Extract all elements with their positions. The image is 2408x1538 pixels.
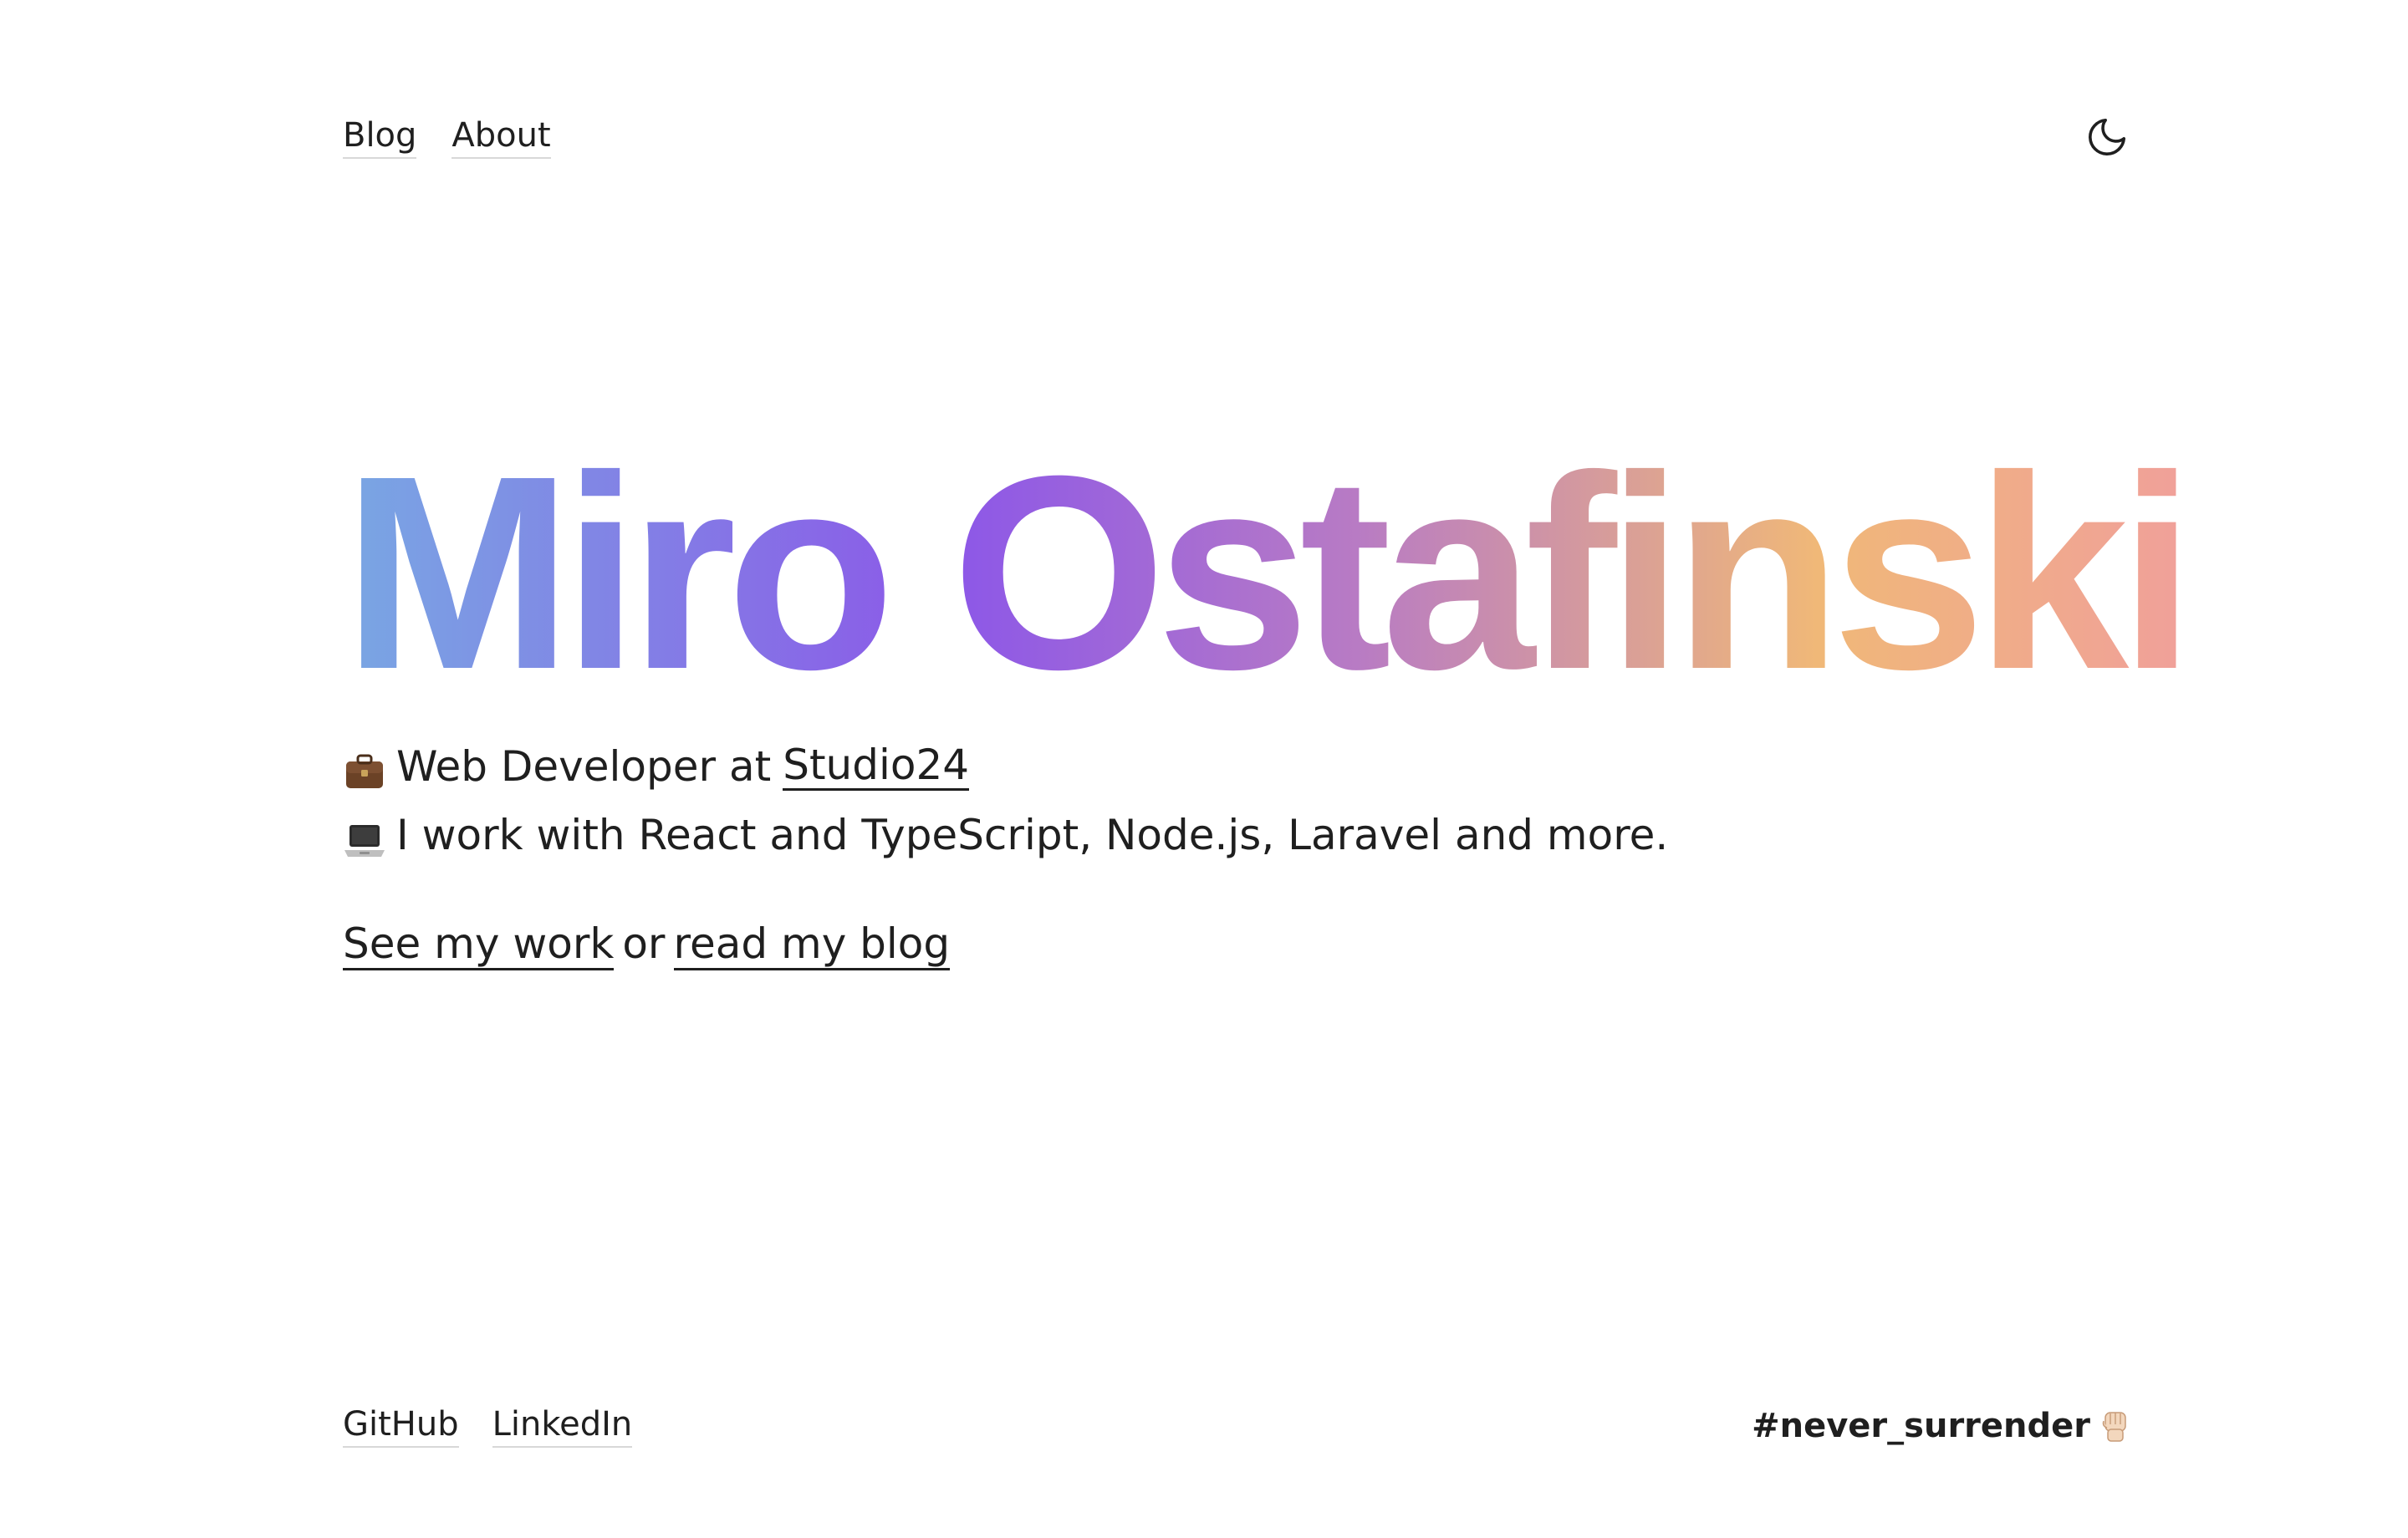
studio24-link[interactable]: Studio24 [783, 742, 970, 791]
moon-icon [2089, 118, 2126, 155]
site-header: Blog About [343, 104, 2132, 171]
site-footer: GitHub LinkedIn #never_surrender [343, 1404, 2132, 1448]
cta-or-text: or [622, 919, 666, 968]
raised-fist-icon [2102, 1412, 2126, 1442]
main-nav: Blog About [343, 115, 551, 159]
hashtag: #never_surrender [1752, 1407, 2132, 1445]
linkedin-link[interactable]: LinkedIn [492, 1404, 633, 1448]
nav-link-blog[interactable]: Blog [343, 115, 417, 159]
theme-toggle-button[interactable] [2082, 112, 2132, 162]
intro-stack-text: I work with React and TypeScript, Node.j… [396, 811, 1669, 859]
read-my-blog-link[interactable]: read my blog [673, 919, 951, 970]
see-my-work-link[interactable]: See my work [343, 919, 615, 970]
page: Blog About Miro Ostafinski Web Developer… [0, 0, 2408, 1538]
social-links: GitHub LinkedIn [343, 1404, 633, 1448]
hero-title: Miro Ostafinski [343, 418, 2196, 726]
hashtag-text: #never_surrender [1752, 1407, 2090, 1445]
laptop-icon [343, 813, 386, 857]
content-container: Blog About Miro Ostafinski Web Developer… [343, 0, 2196, 1538]
intro-section: Web Developer at Studio24 I work with Re… [343, 732, 1668, 869]
cta-line: See my work or read my blog [343, 919, 951, 970]
intro-job-text: Web Developer at [396, 742, 772, 791]
intro-line-job: Web Developer at Studio24 [343, 732, 1668, 801]
intro-line-stack: I work with React and TypeScript, Node.j… [343, 801, 1668, 869]
github-link[interactable]: GitHub [343, 1404, 459, 1448]
nav-link-about[interactable]: About [452, 115, 551, 159]
briefcase-icon [343, 745, 386, 788]
